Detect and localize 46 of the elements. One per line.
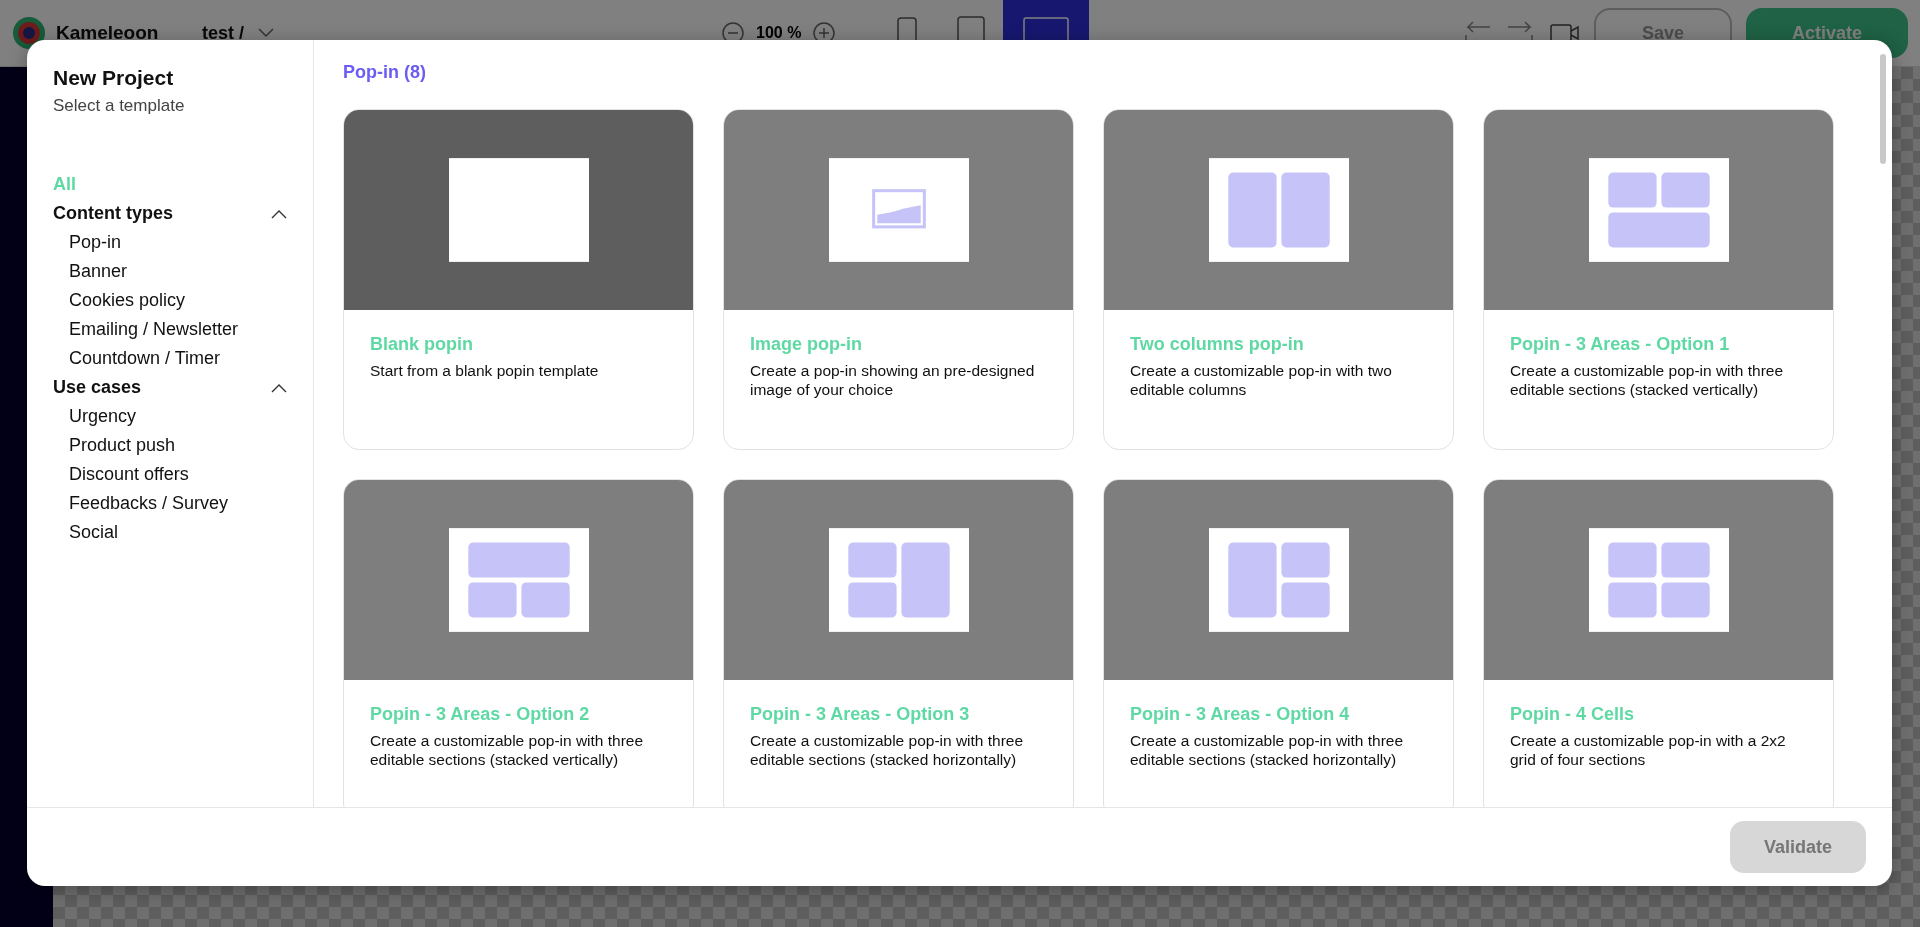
filter-group-label[interactable]: Use cases <box>53 373 142 402</box>
template-title: Popin - 3 Areas - Option 1 <box>1510 334 1731 355</box>
template-card[interactable]: Blank popin Start from a blank popin template <box>343 109 694 450</box>
template-card[interactable]: Popin - 3 Areas - Option 4 Create a customizable pop-in with three editable sections (stacked horizontally) <box>1103 479 1454 807</box>
filter-item[interactable]: Cookies policy <box>53 286 287 315</box>
filter-item[interactable]: Pop-in <box>53 228 287 257</box>
template-description: Create a customizable pop-in with two editable columns <box>1130 361 1393 399</box>
template-title: Image pop-in <box>750 334 863 355</box>
template-card[interactable]: Two columns pop-in Create a customizable pop-in with two editable columns <box>1103 109 1454 450</box>
template-title: Two columns pop-in <box>1130 334 1305 355</box>
scrollbar-thumb[interactable] <box>1880 54 1886 164</box>
template-description: Create a customizable pop-in with three editable sections (stacked vertically) <box>1510 361 1785 399</box>
template-title: Popin - 3 Areas - Option 2 <box>370 704 591 725</box>
template-description: Start from a blank popin template <box>370 361 600 380</box>
filter-item[interactable]: Urgency <box>53 402 287 431</box>
filter-item[interactable]: Emailing / Newsletter <box>53 315 287 344</box>
filter-item[interactable]: Countdown / Timer <box>53 344 287 373</box>
zoom-level: 100 % <box>756 24 802 42</box>
filter-item[interactable]: Social <box>53 518 287 547</box>
template-title: Popin - 3 Areas - Option 3 <box>750 704 971 725</box>
filter-item[interactable]: Discount offers <box>53 460 287 489</box>
filter-item[interactable]: Feedbacks / Survey <box>53 489 287 518</box>
template-description: Create a customizable pop-in with three editable sections (stacked horizontally) <box>750 731 1025 769</box>
template-card[interactable]: Image pop-in Create a pop-in showing an pre-designed image of your choice <box>723 109 1074 450</box>
dialog-title: New Project <box>53 66 175 90</box>
section-heading: Pop-in (8) <box>343 62 427 83</box>
template-description: Create a customizable pop-in with three editable sections (stacked vertically) <box>370 731 645 769</box>
filter-item[interactable]: Banner <box>53 257 287 286</box>
chevron-down-icon[interactable] <box>258 28 274 38</box>
template-card[interactable]: Popin - 4 Cells Create a customizable pop-in with a 2x2 grid of four sections <box>1483 479 1834 807</box>
template-title: Popin - 3 Areas - Option 4 <box>1130 704 1351 725</box>
template-card[interactable]: Popin - 3 Areas - Option 1 Create a customizable pop-in with three editable sections (stacked vertically) <box>1483 109 1834 450</box>
filter-item[interactable]: Product push <box>53 431 287 460</box>
template-card[interactable]: Popin - 3 Areas - Option 2 Create a customizable pop-in with three editable sections (stacked vertically) <box>343 479 694 807</box>
chevron-up-icon[interactable] <box>271 382 287 393</box>
dialog-subtitle: Select a template <box>53 96 186 116</box>
brand-name: Kameleoon <box>56 22 159 44</box>
template-description: Create a customizable pop-in with three editable sections (stacked horizontally) <box>1130 731 1405 769</box>
template-title: Blank popin <box>370 334 474 355</box>
template-title: Popin - 4 Cells <box>1510 704 1636 725</box>
chevron-up-icon[interactable] <box>271 208 287 219</box>
project-breadcrumb[interactable]: test / <box>202 22 244 44</box>
template-description: Create a pop-in showing an pre-designed image of your choice <box>750 361 1036 399</box>
template-description: Create a customizable pop-in with a 2x2 grid of four sections <box>1510 731 1787 769</box>
template-card[interactable]: Popin - 3 Areas - Option 3 Create a customizable pop-in with three editable sections (stacked horizontally) <box>723 479 1074 807</box>
filter-group-label[interactable]: Content types <box>53 199 173 228</box>
